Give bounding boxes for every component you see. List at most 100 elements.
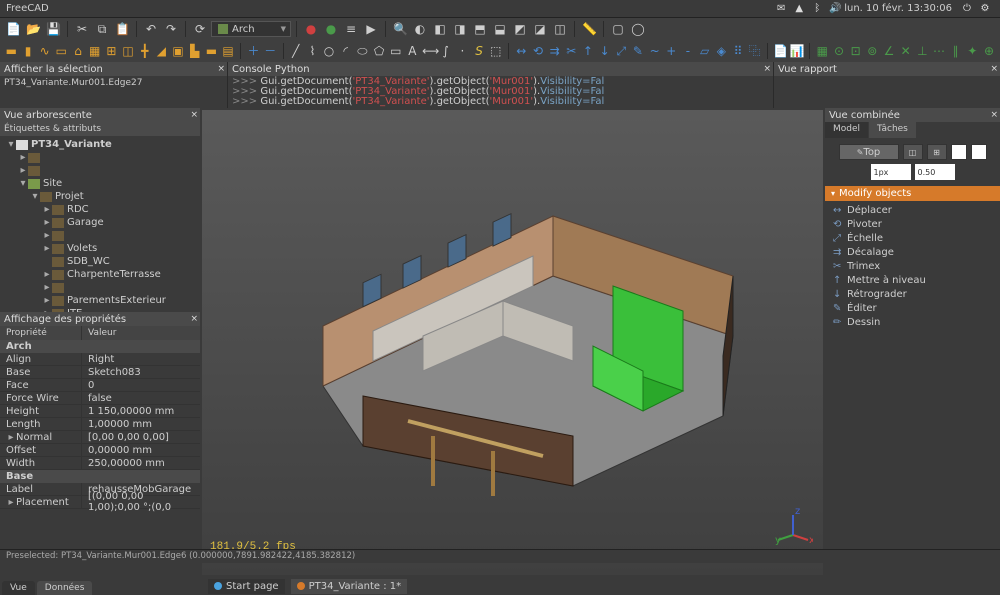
- draft-offset-icon[interactable]: ⇉: [547, 42, 562, 60]
- task-item[interactable]: ⟲Pivoter: [825, 217, 1000, 231]
- draft-trimex-icon[interactable]: ✂: [564, 42, 579, 60]
- chart-icon[interactable]: 📊: [789, 42, 804, 60]
- prop-row[interactable]: ▸Normal[0,00 0,00 0,00]: [0, 431, 200, 444]
- prop-row[interactable]: ▸Placement[(0,00 0,00 1,00);0,00 °;(0,0: [0, 496, 200, 509]
- draft-line-icon[interactable]: ╱: [288, 42, 303, 60]
- draft-shape2d-icon[interactable]: ▱: [697, 42, 712, 60]
- workbench-selector[interactable]: Arch: [211, 21, 291, 37]
- measure-icon[interactable]: 📏: [580, 20, 598, 38]
- close-icon[interactable]: ×: [990, 110, 998, 120]
- arch-stairs-icon[interactable]: ▙: [187, 42, 202, 60]
- view-bottom-icon[interactable]: ◪: [531, 20, 549, 38]
- snap-special-icon[interactable]: ✦: [965, 42, 980, 60]
- tab-data[interactable]: Données: [37, 581, 93, 595]
- python-console[interactable]: >>> Gui.getDocument('PT34_Variante').get…: [228, 76, 773, 108]
- close-icon[interactable]: ×: [990, 64, 998, 74]
- save-icon[interactable]: 💾: [44, 20, 62, 38]
- tree-item[interactable]: ▸: [0, 151, 200, 164]
- snap-intersect-icon[interactable]: ✕: [898, 42, 913, 60]
- arch-section-icon[interactable]: ◫: [121, 42, 136, 60]
- draft-bspline-icon[interactable]: ∫: [438, 42, 453, 60]
- close-icon[interactable]: ×: [763, 64, 771, 74]
- view-right-icon[interactable]: ⬓: [491, 20, 509, 38]
- draft-move-icon[interactable]: ↔: [514, 42, 529, 60]
- macro-record-icon[interactable]: ●: [302, 20, 320, 38]
- arch-remove-icon[interactable]: －: [263, 42, 278, 60]
- prop-row[interactable]: Offset0,00000 mm: [0, 444, 200, 457]
- task-item[interactable]: ✎Éditer: [825, 301, 1000, 315]
- draft-delpoint-icon[interactable]: -: [681, 42, 696, 60]
- tree-item[interactable]: ▾Projet: [0, 190, 200, 203]
- mail-icon[interactable]: ✉: [775, 3, 787, 15]
- task-item[interactable]: ⇉Décalage: [825, 245, 1000, 259]
- combo-color1-swatch[interactable]: [951, 144, 967, 160]
- tree-item[interactable]: ▸RDC: [0, 203, 200, 216]
- refresh-icon[interactable]: ⟳: [191, 20, 209, 38]
- arch-rebar-icon[interactable]: ∿: [37, 42, 52, 60]
- zoom-fit-icon[interactable]: 🔍: [391, 20, 409, 38]
- combo-plane-button[interactable]: ◫: [903, 144, 923, 160]
- macro-list-icon[interactable]: ≡: [342, 20, 360, 38]
- draft-rectangle-icon[interactable]: ▭: [388, 42, 403, 60]
- prop-row[interactable]: Length1,00000 mm: [0, 418, 200, 431]
- draft-edit-icon[interactable]: ✎: [631, 42, 646, 60]
- prop-row[interactable]: BaseSketch083: [0, 366, 200, 379]
- part-cylinder-icon[interactable]: ◯: [629, 20, 647, 38]
- combo-color2-swatch[interactable]: [971, 144, 987, 160]
- snap-ext-icon[interactable]: ⋯: [932, 42, 947, 60]
- view-rear-icon[interactable]: ◩: [511, 20, 529, 38]
- draft-circle-icon[interactable]: ○: [322, 42, 337, 60]
- undo-icon[interactable]: ↶: [142, 20, 160, 38]
- view-left-icon[interactable]: ◫: [551, 20, 569, 38]
- settings-icon[interactable]: ⚙: [979, 3, 991, 15]
- close-icon[interactable]: ×: [190, 110, 198, 120]
- draft-rotate-icon[interactable]: ⟲: [531, 42, 546, 60]
- draft-wire-icon[interactable]: ⌇: [305, 42, 320, 60]
- redo-icon[interactable]: ↷: [162, 20, 180, 38]
- close-icon[interactable]: ×: [190, 314, 198, 324]
- tree-item[interactable]: ▾PT34_Variante: [0, 138, 200, 151]
- task-item[interactable]: ↓Rétrograder: [825, 287, 1000, 301]
- draft-draft2sk-icon[interactable]: ◈: [714, 42, 729, 60]
- tree-item[interactable]: ▸: [0, 281, 200, 294]
- view-top-icon[interactable]: ⬒: [471, 20, 489, 38]
- draft-wiretoBS-icon[interactable]: ~: [647, 42, 662, 60]
- combo-value-field[interactable]: 0.50: [915, 164, 955, 180]
- draft-scale-icon[interactable]: ⤢: [614, 42, 629, 60]
- macro-stop-icon[interactable]: ●: [322, 20, 340, 38]
- task-item[interactable]: ✂Trimex: [825, 259, 1000, 273]
- view-iso-icon[interactable]: ◧: [431, 20, 449, 38]
- combo-tab-model[interactable]: Model: [825, 122, 868, 138]
- draft-point-icon[interactable]: ·: [455, 42, 470, 60]
- arch-structure-icon[interactable]: ▮: [21, 42, 36, 60]
- arch-frame-icon[interactable]: ▤: [221, 42, 236, 60]
- volume-icon[interactable]: 🔊: [829, 3, 841, 15]
- draft-arc-icon[interactable]: ◜: [338, 42, 353, 60]
- arch-site-icon[interactable]: ▦: [87, 42, 102, 60]
- snap-perp-icon[interactable]: ⊥: [915, 42, 930, 60]
- doc-tab-startpage[interactable]: Start page: [208, 579, 285, 594]
- new-icon[interactable]: 📄: [4, 20, 22, 38]
- tree-item[interactable]: SDB_WC: [0, 255, 200, 268]
- tree-item[interactable]: ▾Site: [0, 177, 200, 190]
- snap-grid-icon[interactable]: ▦: [815, 42, 830, 60]
- 3d-viewport[interactable]: 181.9/5.2 fps x y z: [202, 110, 823, 575]
- draft-clone-icon[interactable]: ⿻: [747, 42, 762, 60]
- draft-addpoint-icon[interactable]: +: [664, 42, 679, 60]
- snap-endpoint-icon[interactable]: ⊙: [832, 42, 847, 60]
- prop-row[interactable]: AlignRight: [0, 353, 200, 366]
- arch-panel-icon[interactable]: ▬: [204, 42, 219, 60]
- power-icon[interactable]: ⏻: [961, 3, 973, 15]
- draft-upgrade-icon[interactable]: ↑: [581, 42, 596, 60]
- prop-row[interactable]: Height1 150,00000 mm: [0, 405, 200, 418]
- prop-row[interactable]: Face0: [0, 379, 200, 392]
- doc-tab-pt34[interactable]: PT34_Variante : 1*: [291, 579, 408, 594]
- tree-item[interactable]: ▸: [0, 229, 200, 242]
- draft-text-icon[interactable]: A: [405, 42, 420, 60]
- arch-axis-icon[interactable]: ╋: [137, 42, 152, 60]
- signal-icon[interactable]: ▲: [793, 3, 805, 15]
- arch-building-icon[interactable]: ⌂: [71, 42, 86, 60]
- draw-style-icon[interactable]: ◐: [411, 20, 429, 38]
- task-item[interactable]: ✏Dessin: [825, 315, 1000, 329]
- tree-item[interactable]: ▸ParementsExterieur: [0, 294, 200, 307]
